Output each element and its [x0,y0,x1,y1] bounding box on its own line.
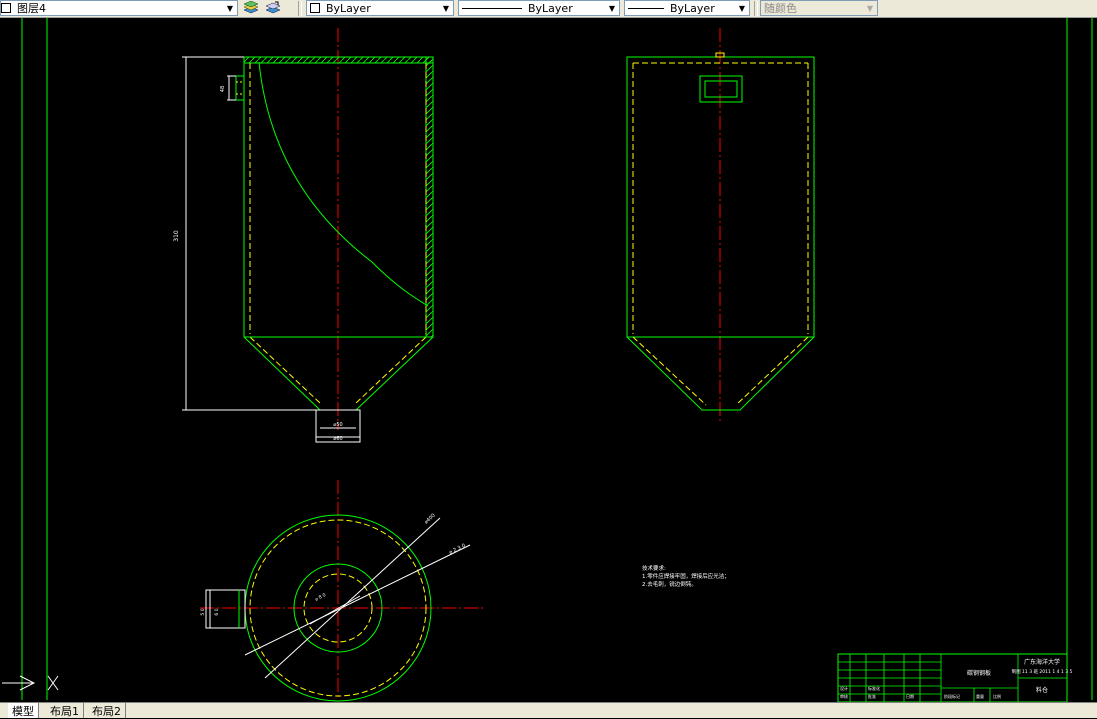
title-cell: 日期 [906,693,914,699]
title-cell: 比例 [993,693,1001,699]
toolbar-separator [298,1,302,16]
front-section-view: 310 48 ⌀50 ⌀60 [173,28,434,443]
lineweight-dropdown-value: ByLayer [670,1,715,15]
layer-visibility-icon[interactable] [1,3,11,13]
title-block: 广东海洋大学 制图 11 3 班 2011 1 4 1 3 5 料仓 碳钢钢板 … [837,653,1073,702]
tab-layout2[interactable]: 布局2 [88,703,126,718]
linetype-dropdown-value: ByLayer [528,1,573,15]
tab-label: 模型 [12,704,34,718]
title-cell: 批准 [868,693,876,699]
title-cell: 审核 [840,693,848,699]
top-view: ⌀400 ⌀ 2 3 0 ⌀ 8 0 5 0 6 0 [200,480,486,702]
color-swatch-icon [310,3,320,13]
outlet-outer-dimension-text: ⌀60 [333,436,342,442]
chevron-down-icon[interactable]: ▼ [223,1,237,15]
title-cell: 阶段标记 [944,693,960,699]
chevron-down-icon[interactable]: ▼ [605,1,619,15]
nozzle-dimension-b: 6 0 [214,608,220,615]
layer-previous-icon[interactable] [264,0,282,16]
height-dimension-text: 310 [173,230,180,242]
properties-toolbar: 图层4 ▼ ByLayer ▼ ByLayer ▼ ByLayer ▼ 随颜色 … [0,0,1097,18]
color-dropdown[interactable]: ByLayer ▼ [306,0,454,16]
center-diameter-text: ⌀ 8 0 [314,592,327,603]
part-name: 料仓 [1036,686,1048,694]
tab-label: 布局2 [92,704,121,718]
layer-dropdown[interactable]: 图层4 ▼ [0,0,238,16]
title-cell: 设计 [840,685,848,691]
outlet-inner-dimension-text: ⌀50 [333,422,342,428]
toolbar-separator [754,1,758,16]
lineweight-dropdown[interactable]: ByLayer ▼ [624,0,750,16]
technical-notes: 技术要求: 1.零件应焊接牢固，焊接后应光洁； 2.去毛刺，锐边倒钝。 [642,564,730,588]
chevron-down-icon[interactable]: ▼ [863,1,877,15]
chevron-down-icon[interactable]: ▼ [439,1,453,15]
plotstyle-dropdown[interactable]: 随颜色 ▼ [760,0,878,16]
ucs-icon [2,675,59,691]
title-cell: 重量 [976,693,984,699]
lineweight-preview-icon [628,8,664,9]
outer-diameter-text: ⌀400 [423,513,436,526]
chevron-down-icon[interactable]: ▼ [735,1,749,15]
notes-line-1: 1.零件应焊接牢固，焊接后应光洁； [642,572,730,580]
color-dropdown-value: ByLayer [326,1,371,15]
notes-line-2: 2.去毛刺，锐边倒钝。 [642,580,697,588]
student-info: 制图 11 3 班 2011 1 4 1 3 5 [1012,668,1073,675]
layer-states-icon[interactable] [242,0,260,16]
linetype-preview-icon [462,8,522,9]
layer-dropdown-value: 图层4 [17,2,46,15]
school-name: 广东海洋大学 [1024,658,1060,666]
drawing-canvas[interactable]: 310 48 ⌀50 ⌀60 ⌀400 ⌀ 2 3 0 ⌀ 8 0 5 0 6 … [0,18,1097,702]
side-view [626,28,815,424]
nozzle-dimension-a: 5 0 [200,608,206,615]
inner-diameter-text: ⌀ 2 3 0 [448,543,466,556]
layout-tabs-bar: ◀ ▶ 模型 布局1 布局2 [0,702,1097,718]
tab-label: 布局1 [50,704,79,718]
plotstyle-dropdown-value: 随颜色 [764,2,797,15]
material-name: 碳钢钢板 [967,669,991,677]
title-cell: 标准化 [868,685,880,691]
tab-model[interactable]: 模型 [8,703,39,718]
tab-layout1[interactable]: 布局1 [46,703,84,718]
nozzle-dimension-text: 48 [220,86,226,92]
linetype-dropdown[interactable]: ByLayer ▼ [458,0,620,16]
notes-title: 技术要求: [642,564,666,572]
drawing-border [21,18,1093,700]
